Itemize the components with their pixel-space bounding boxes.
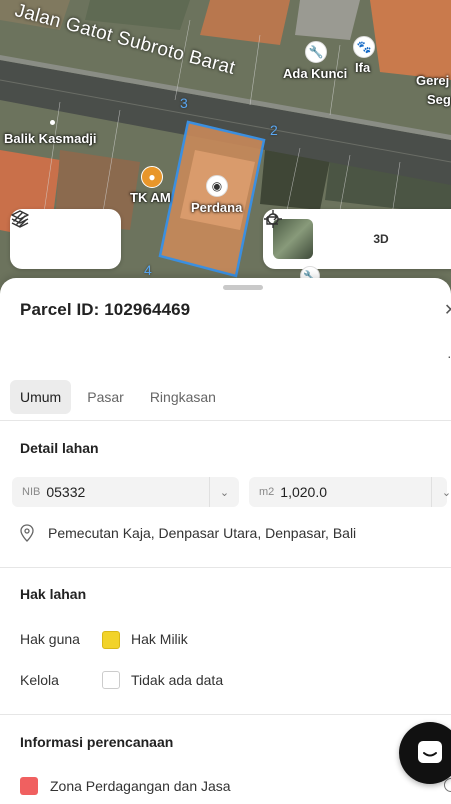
tab-bar: Umum Pasar Ringkasan	[10, 380, 232, 414]
parcel-title: Parcel ID: 102964469	[20, 300, 191, 319]
sheet-drag-handle[interactable]	[223, 285, 263, 290]
location-pin-icon	[20, 524, 34, 542]
share-button[interactable]	[266, 213, 441, 259]
hak-guna-value: Hak Milik	[131, 631, 188, 647]
tab-umum[interactable]: Umum	[10, 380, 72, 414]
vertex-label-4: 4	[144, 262, 152, 278]
kelola-label: Kelola	[20, 672, 59, 688]
nib-value: 05332	[46, 484, 86, 500]
divider	[0, 420, 451, 421]
poi-tk-am[interactable]: TK AM	[130, 190, 171, 205]
hak-milik-swatch	[102, 631, 120, 649]
shop-icon[interactable]: ◉	[206, 175, 228, 197]
tab-pasar[interactable]: Pasar	[77, 380, 134, 414]
draw-icon	[13, 212, 27, 227]
area-value: 1,020.0	[280, 484, 327, 500]
draw-button[interactable]	[13, 212, 109, 259]
locate-button[interactable]	[264, 210, 361, 259]
tab-ringkasan[interactable]: Ringkasan	[140, 380, 226, 414]
address-text: Pemecutan Kaja, Denpasar Utara, Denpasar…	[48, 525, 357, 541]
share-icon	[266, 213, 278, 225]
poi-ada-kunci[interactable]: Ada Kunci	[283, 66, 347, 81]
zona-label: Zona Perdagangan dan Jasa	[50, 778, 231, 794]
map-tools-right: 3D	[263, 209, 451, 269]
parcel-detail-sheet: Parcel ID: 102964469 ✕ · Umum Pasar Ring…	[0, 278, 451, 804]
area-prefix: m2	[259, 486, 275, 498]
map-view[interactable]: Jalan Gatot Subroto Barat 🔧 Ada Kunci 🐾 …	[0, 0, 451, 300]
vertex-label-2: 2	[270, 122, 278, 138]
map-tools-left	[10, 209, 121, 269]
chat-icon	[418, 741, 442, 763]
address-row: Pemecutan Kaja, Denpasar Utara, Denpasar…	[20, 524, 356, 542]
vertex-label-3: 3	[180, 95, 188, 111]
poi-gereja-line2: Seg	[427, 92, 451, 107]
3d-button[interactable]: 3D	[361, 219, 401, 259]
poi-perdana[interactable]: Perdana	[191, 200, 242, 215]
hak-section-title: Hak lahan	[20, 586, 87, 602]
paw-icon[interactable]: 🐾	[353, 36, 375, 58]
hak-guna-label: Hak guna	[20, 631, 80, 647]
nib-field[interactable]: NIB 05332 ⌄	[12, 477, 239, 507]
chevron-down-icon[interactable]: ⌄	[209, 477, 239, 507]
zona-swatch	[20, 777, 38, 795]
close-icon[interactable]: ✕	[444, 300, 451, 320]
poi-gereja[interactable]: Gerej	[416, 73, 449, 88]
school-icon[interactable]: ●	[141, 166, 163, 188]
poi-balik-kasmadji[interactable]: Balik Kasmadji	[4, 131, 97, 146]
chevron-down-icon[interactable]: ⌄	[431, 477, 451, 507]
more-icon[interactable]: ·	[447, 348, 451, 364]
kelola-swatch	[102, 671, 120, 689]
detail-section-title: Detail lahan	[20, 440, 99, 456]
divider	[0, 567, 451, 568]
wrench-icon[interactable]: 🔧	[305, 41, 327, 63]
zona-row: Zona Perdagangan dan Jasa	[20, 777, 231, 795]
area-field[interactable]: m2 1,020.0 ⌄	[249, 477, 451, 507]
poi-ifa[interactable]: Ifa	[355, 60, 370, 75]
nib-prefix: NIB	[22, 486, 41, 498]
divider	[0, 714, 451, 715]
perencanaan-section-title: Informasi perencanaan	[20, 734, 174, 750]
poi-dot	[50, 120, 55, 125]
kelola-value: Tidak ada data	[131, 672, 224, 688]
